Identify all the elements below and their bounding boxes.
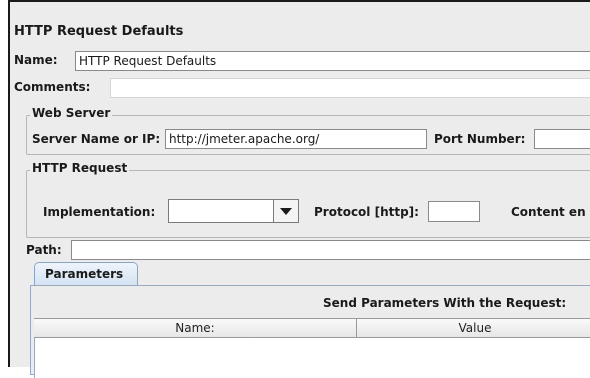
port-number-input[interactable] bbox=[534, 129, 590, 149]
comments-label: Comments: bbox=[14, 80, 91, 94]
implementation-dropdown-button[interactable] bbox=[273, 200, 298, 222]
implementation-select[interactable] bbox=[168, 199, 299, 223]
column-header-value[interactable]: Value bbox=[356, 319, 590, 337]
panel-title: HTTP Request Defaults bbox=[14, 24, 184, 39]
content-encoding-label: Content en bbox=[511, 205, 586, 219]
path-label: Path: bbox=[26, 243, 62, 257]
server-name-input[interactable]: http://jmeter.apache.org/ bbox=[165, 129, 427, 149]
tab-parameters[interactable]: Parameters bbox=[34, 262, 138, 286]
implementation-label: Implementation: bbox=[43, 205, 156, 219]
name-input[interactable]: HTTP Request Defaults bbox=[75, 51, 590, 71]
port-number-label: Port Number: bbox=[434, 132, 526, 146]
parameters-table-header: Name: Value bbox=[34, 318, 590, 338]
parameters-heading: Send Parameters With the Request: bbox=[323, 296, 567, 310]
name-label: Name: bbox=[14, 53, 58, 67]
protocol-input[interactable] bbox=[428, 201, 480, 222]
path-input[interactable] bbox=[71, 240, 590, 260]
column-header-name[interactable]: Name: bbox=[34, 319, 357, 337]
server-name-label: Server Name or IP: bbox=[32, 132, 161, 146]
chevron-down-icon bbox=[280, 208, 292, 215]
web-server-legend: Web Server bbox=[30, 106, 113, 120]
http-request-legend: HTTP Request bbox=[30, 161, 130, 175]
http-request-group bbox=[26, 170, 590, 238]
comments-input[interactable] bbox=[110, 78, 590, 98]
protocol-label: Protocol [http]: bbox=[314, 205, 419, 219]
